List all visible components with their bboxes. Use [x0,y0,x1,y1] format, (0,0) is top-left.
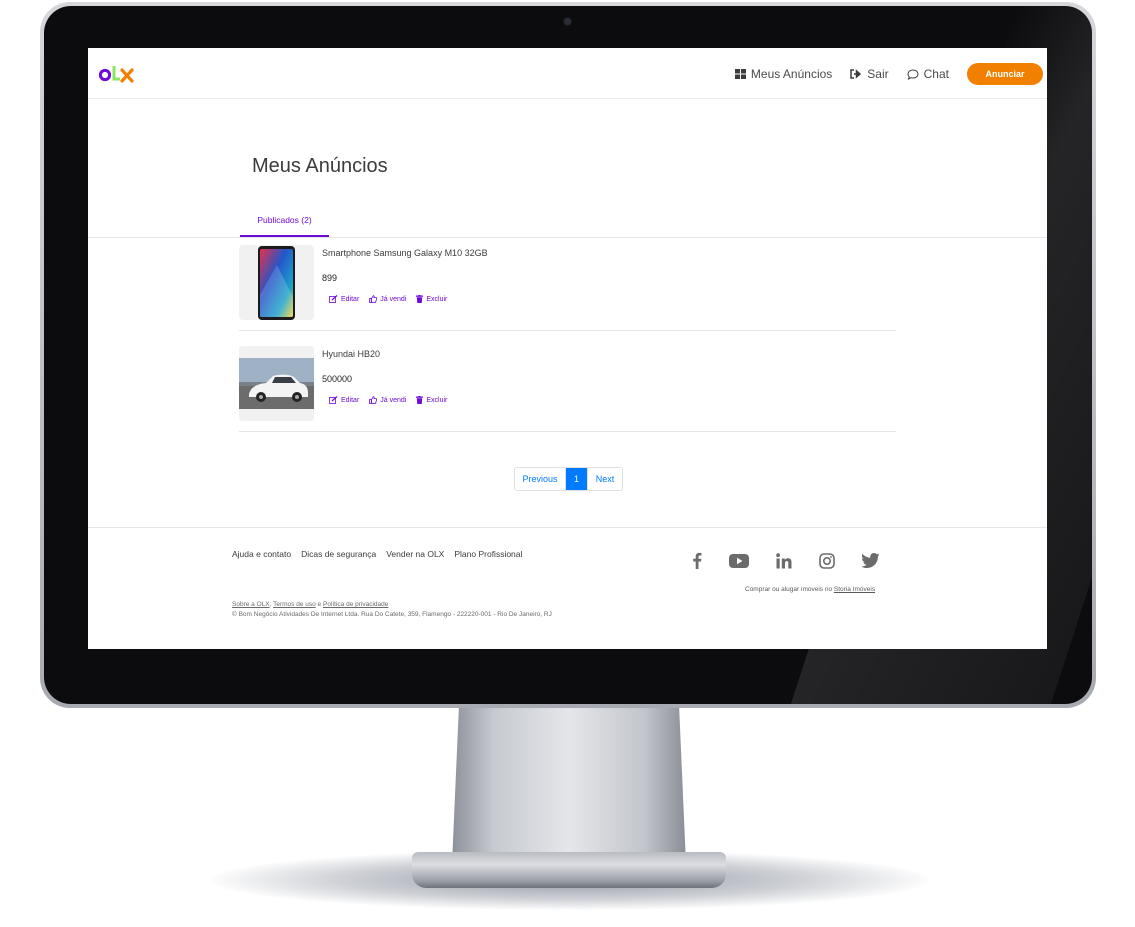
footer-note-text: Comprar ou alugar imoveis no [745,586,833,593]
ad-title[interactable]: Hyundai HB20 [322,349,380,359]
grid-icon [734,69,746,79]
sobre-link[interactable]: Sobre a OLX [232,601,270,608]
monitor-stand-base [412,852,726,888]
linkedin-icon[interactable] [776,552,792,569]
ad-price: 500000 [322,374,353,384]
chat-bubble-icon [907,68,919,80]
trash-icon [416,295,424,303]
pagination-next[interactable]: Next [587,468,622,490]
ad-price: 899 [322,273,338,283]
pagination: Previous 1 Next [514,467,623,491]
legal-comma: , [269,601,272,608]
monitor-stand-neck [452,704,686,864]
ad-thumbnail[interactable] [239,346,314,421]
nav-sair-label: Sair [867,67,889,81]
edit-icon [329,295,338,303]
top-navbar: Meus Anúncios Sair Chat Anunciar [88,48,1047,99]
footer: Ajuda e contato Dicas de segurança Vende… [88,527,1047,649]
ad-thumbnail[interactable] [239,245,314,320]
tab-publicados[interactable]: Publicados (2) [240,204,329,237]
storia-link[interactable]: Storia Imóveis [834,586,875,593]
footer-link-vender[interactable]: Vender na OLX [386,549,444,559]
sold-label: Já vendi [380,295,407,303]
thumbs-up-icon [369,295,378,303]
nav-meus-anuncios-label: Meus Anúncios [750,67,833,81]
ad-actions: Editar Já vendi Excluir [329,396,447,404]
facebook-icon[interactable] [692,552,702,569]
sold-label: Já vendi [380,396,407,404]
footer-link-dicas[interactable]: Dicas de segurança [301,549,376,559]
delete-button[interactable]: Excluir [416,396,447,404]
sold-button[interactable]: Já vendi [369,396,406,404]
ad-status-tabs: Publicados (2) [88,204,1047,238]
pagination-page-1[interactable]: 1 [566,468,587,490]
termos-link[interactable]: Termos de uso [273,601,316,608]
edit-button[interactable]: Editar [329,295,359,303]
top-nav: Meus Anúncios Sair Chat Anunciar [734,62,1043,86]
delete-button[interactable]: Excluir [416,295,447,303]
legal-links-line: Sobre a OLX, Termos de uso e Política de… [232,600,552,610]
edit-label: Editar [341,396,360,404]
camera-icon [564,18,571,25]
delete-label: Excluir [426,396,448,404]
nav-chat[interactable]: Chat [907,67,949,81]
page-title: Meus Anúncios [252,155,388,177]
list-item: Hyundai HB20 500000 Editar Já vendi Excl… [239,339,896,432]
nav-sair[interactable]: Sair [850,67,889,81]
list-item: Smartphone Samsung Galaxy M10 32GB 899 E… [239,238,896,331]
sign-out-icon [850,69,862,79]
instagram-icon[interactable] [819,552,835,569]
thumbs-up-icon [369,396,378,404]
edit-label: Editar [341,295,360,303]
politica-link[interactable]: Política de privacidade [323,601,388,608]
legal-and: e [317,601,322,608]
edit-icon [329,396,338,404]
footer-links: Ajuda e contato Dicas de segurança Vende… [232,549,522,559]
screen: Meus Anúncios Sair Chat Anunciar Meus An… [88,48,1047,649]
pagination-previous[interactable]: Previous [515,468,566,490]
footer-link-plano[interactable]: Plano Profissional [454,549,522,559]
olx-logo[interactable] [98,62,136,86]
delete-label: Excluir [426,295,448,303]
ad-actions: Editar Já vendi Excluir [329,295,447,303]
youtube-icon[interactable] [729,553,749,568]
copyright-text: © Bom Negócio Atividades De Internet Ltd… [232,611,552,618]
anunciar-button[interactable]: Anunciar [967,63,1043,85]
social-links [692,552,880,569]
legal-text: Sobre a OLX, Termos de uso e Política de… [232,600,552,620]
twitter-icon[interactable] [862,553,880,568]
footer-note: Comprar ou alugar imoveis no Storia Imóv… [745,586,875,593]
sold-button[interactable]: Já vendi [369,295,406,303]
footer-link-ajuda[interactable]: Ajuda e contato [232,549,291,559]
trash-icon [416,396,424,404]
nav-meus-anuncios[interactable]: Meus Anúncios [734,67,833,81]
ad-title[interactable]: Smartphone Samsung Galaxy M10 32GB [322,248,488,258]
edit-button[interactable]: Editar [329,396,359,404]
nav-chat-label: Chat [923,67,949,81]
